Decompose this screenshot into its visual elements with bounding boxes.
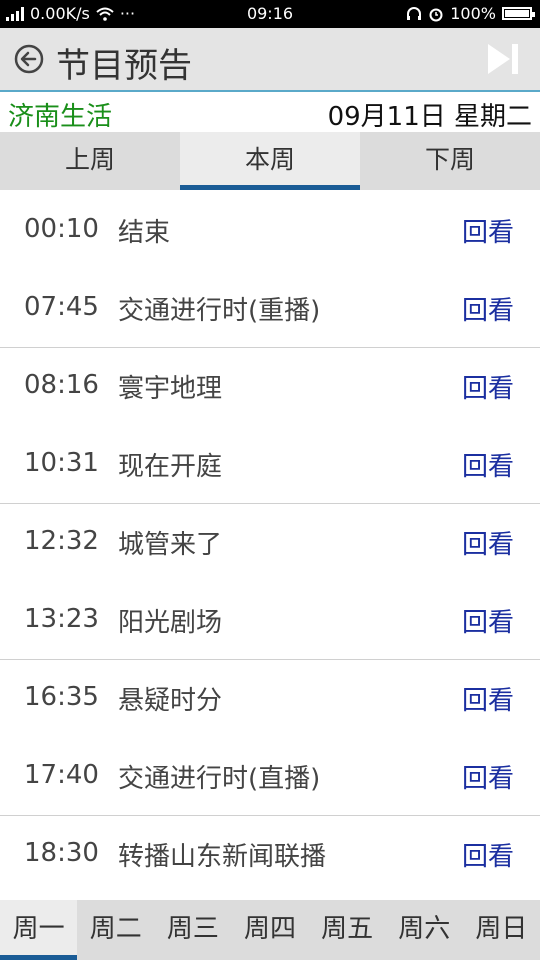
program-list: 00:10 结束 回看 07:45 交通进行时(重播) 回看 08:16 寰宇地… (0, 192, 540, 894)
replay-button[interactable]: 回看 (462, 836, 514, 873)
tab-monday[interactable]: 周一 (0, 900, 78, 960)
program-row: 18:30 转播山东新闻联播 回看 (0, 816, 540, 894)
battery-icon (502, 7, 535, 20)
program-row: 10:31 现在开庭 回看 (0, 426, 540, 504)
replay-button[interactable]: 回看 (462, 368, 514, 405)
channel-name: 济南生活 (8, 102, 113, 132)
tab-sunday[interactable]: 周日 (463, 900, 540, 960)
replay-button[interactable]: 回看 (462, 212, 514, 249)
tab-friday[interactable]: 周五 (309, 900, 386, 960)
replay-button[interactable]: 回看 (462, 290, 514, 327)
alarm-icon (429, 8, 443, 21)
program-row: 16:35 悬疑时分 回看 (0, 660, 540, 738)
program-time: 17:40 (24, 759, 99, 790)
program-row: 17:40 交通进行时(直播) 回看 (0, 738, 540, 816)
replay-button[interactable]: 回看 (462, 680, 514, 717)
current-date: 09月11日 星期二 (327, 102, 532, 132)
program-title: 寰宇地理 (118, 374, 223, 404)
program-row: 08:16 寰宇地理 回看 (0, 348, 540, 426)
replay-button[interactable]: 回看 (462, 758, 514, 795)
tab-this-week[interactable]: 本周 (180, 132, 360, 190)
skip-next-icon[interactable] (486, 42, 520, 76)
program-time: 18:30 (24, 838, 99, 868)
day-tabs: 周一 周二 周三 周四 周五 周六 周日 (0, 900, 540, 960)
week-tabs: 上周 本周 下周 (0, 132, 540, 190)
program-time: 00:10 (24, 214, 99, 244)
channel-date-row: 济南生活 09月11日 星期二 (0, 92, 540, 132)
program-title: 交通进行时(直播) (118, 763, 321, 794)
status-bar: 0.00K/s ··· 09:16 100% (0, 0, 540, 28)
program-row: 00:10 结束 回看 (0, 192, 540, 270)
program-title: 交通进行时(重播) (118, 295, 321, 326)
program-title: 城管来了 (118, 530, 223, 560)
program-row: 12:32 城管来了 回看 (0, 504, 540, 582)
tab-saturday[interactable]: 周六 (386, 900, 463, 960)
program-time: 16:35 (24, 682, 99, 712)
tab-last-week[interactable]: 上周 (0, 132, 180, 190)
program-time: 10:31 (24, 447, 99, 478)
tab-thursday[interactable]: 周四 (231, 900, 308, 960)
program-title: 结束 (118, 218, 171, 248)
replay-button[interactable]: 回看 (462, 524, 514, 561)
program-time: 13:23 (24, 603, 99, 634)
replay-button[interactable]: 回看 (462, 602, 514, 639)
battery-percent: 100% (450, 4, 496, 23)
back-circle-icon[interactable] (14, 44, 44, 74)
program-time: 08:16 (24, 370, 99, 400)
program-title: 现在开庭 (118, 451, 223, 482)
program-title: 转播山东新闻联播 (118, 842, 327, 872)
tab-next-week[interactable]: 下周 (360, 132, 540, 190)
tab-tuesday[interactable]: 周二 (77, 900, 154, 960)
header-bar: 节目预告 (0, 28, 540, 92)
tab-wednesday[interactable]: 周三 (154, 900, 231, 960)
program-time: 12:32 (24, 526, 99, 556)
program-title: 悬疑时分 (118, 686, 223, 716)
program-row: 07:45 交通进行时(重播) 回看 (0, 270, 540, 348)
program-time: 07:45 (24, 291, 99, 322)
program-row: 13:23 阳光剧场 回看 (0, 582, 540, 660)
headset-icon (407, 6, 422, 20)
program-title: 阳光剧场 (118, 607, 223, 638)
page-title: 节目预告 (56, 46, 192, 86)
replay-button[interactable]: 回看 (462, 446, 514, 483)
